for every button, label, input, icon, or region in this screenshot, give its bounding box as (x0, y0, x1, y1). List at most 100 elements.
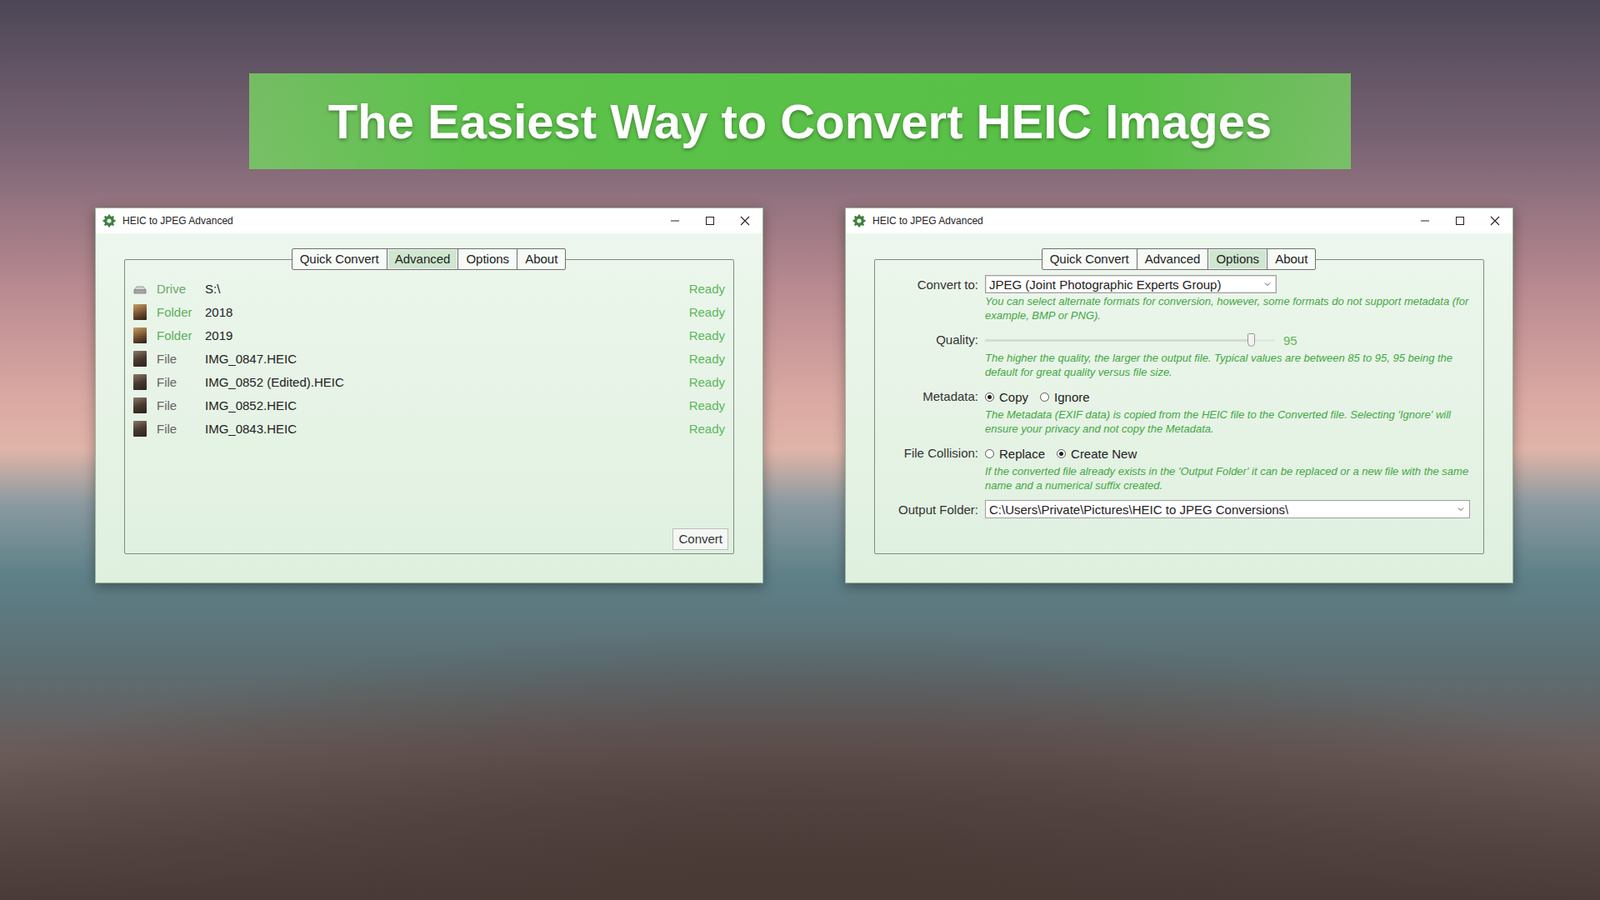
queue-row[interactable]: FileIMG_0843.HEICReady (130, 416, 729, 440)
item-type: File (156, 398, 205, 413)
panel-footer: Convert (130, 528, 729, 550)
dropdown[interactable]: C:\Users\Private\Pictures\HEIC to JPEG C… (985, 500, 1470, 519)
dropdown[interactable]: JPEG (Joint Photographic Experts Group) (985, 275, 1277, 294)
item-status: Ready (689, 351, 729, 366)
radio-button[interactable] (985, 449, 995, 459)
gear-icon (852, 214, 866, 228)
windows-row: HEIC to JPEG AdvancedQuick ConvertAdvanc… (0, 169, 1600, 584)
item-type: File (156, 351, 205, 366)
minimize-icon (670, 215, 680, 226)
item-type: File (156, 375, 205, 390)
radio-label: Create New (1070, 446, 1137, 461)
option-field: File Collision: Replace Create New If the c… (885, 443, 1470, 493)
item-name: IMG_0843.HEIC (205, 421, 690, 436)
quality-slider[interactable] (985, 339, 1275, 342)
item-name: IMG_0847.HEIC (205, 351, 690, 366)
radio-button[interactable] (1040, 392, 1050, 402)
maximize-button[interactable] (1442, 208, 1478, 234)
close-button[interactable] (1477, 208, 1513, 234)
field-body: 95The higher the quality, the larger the… (985, 330, 1470, 380)
thumbnail-icon (133, 420, 147, 437)
field-label: Metadata: (885, 386, 979, 436)
radio-option[interactable]: Copy (985, 390, 1029, 405)
radio-option[interactable]: Create New (1056, 446, 1137, 461)
convert-button[interactable]: Convert (672, 528, 729, 550)
field-note: The Metadata (EXIF data) is copied from … (985, 407, 1470, 436)
dropdown-value: JPEG (Joint Photographic Experts Group) (989, 277, 1221, 292)
tab[interactable]: Options (1207, 248, 1268, 270)
field-label: Output Folder: (885, 500, 979, 520)
field-label: Convert to: (885, 275, 979, 323)
window-body: Quick ConvertAdvancedOptionsAbout Convert… (845, 233, 1513, 583)
radio-button[interactable] (985, 392, 995, 402)
title-bar[interactable]: HEIC to JPEG Advanced (845, 208, 1513, 234)
tab[interactable]: Options (457, 248, 518, 270)
item-name: IMG_0852 (Edited).HEIC (205, 375, 690, 390)
field-body: Copy Ignore The Metadata (EXIF data) is co… (985, 386, 1470, 436)
option-field: Metadata: Copy Ignore The Metadata (EXIF da… (885, 386, 1470, 436)
close-button[interactable] (727, 208, 763, 234)
banner-title: The Easiest Way to Convert HEIC Images (328, 93, 1272, 150)
queue-row[interactable]: Folder2019Ready (130, 323, 729, 347)
window-body: Quick ConvertAdvancedOptionsAbout DriveS:… (95, 233, 763, 583)
tab[interactable]: About (516, 248, 566, 270)
item-status: Ready (689, 398, 729, 413)
option-field: Convert to:JPEG (Joint Photographic Expe… (885, 275, 1470, 323)
radio-button[interactable] (1056, 449, 1066, 459)
slider-fill (985, 339, 1252, 342)
item-status: Ready (689, 281, 729, 296)
item-type: Drive (156, 281, 205, 296)
quality-slider-row: 95 (985, 330, 1470, 350)
minimize-button[interactable] (1407, 208, 1443, 234)
queue-row[interactable]: FileIMG_0852 (Edited).HEICReady (130, 370, 729, 394)
maximize-button[interactable] (692, 208, 728, 234)
title-bar[interactable]: HEIC to JPEG Advanced (95, 208, 763, 234)
field-note: You can select alternate formats for con… (985, 294, 1470, 323)
queue-row[interactable]: Folder2018Ready (130, 300, 729, 324)
option-field: Output Folder: C:\Users\Private\Pictures\… (885, 500, 1470, 520)
dropdown-value: C:\Users\Private\Pictures\HEIC to JPEG C… (989, 502, 1289, 517)
app-window: HEIC to JPEG Advanced Quick ConvertAdvanc… (845, 207, 1514, 584)
queue-list: DriveS:\ReadyFolder2018ReadyFolder2019Re… (130, 276, 729, 529)
field-body: C:\Users\Private\Pictures\HEIC to JPEG C… (985, 500, 1470, 520)
maximize-icon (705, 215, 715, 226)
options-form: Convert to:JPEG (Joint Photographic Expe… (880, 275, 1479, 520)
tab[interactable]: Quick Convert (291, 248, 388, 270)
thumbnail-icon (133, 327, 147, 344)
window-title: HEIC to JPEG Advanced (872, 215, 1408, 227)
slider-thumb[interactable] (1247, 333, 1255, 347)
tab[interactable]: Quick Convert (1041, 248, 1138, 270)
tab-bar: Quick ConvertAdvancedOptionsAbout (874, 248, 1485, 270)
close-icon (740, 215, 750, 226)
field-label: File Collision: (885, 443, 979, 493)
banner: The Easiest Way to Convert HEIC Images (249, 73, 1351, 170)
minimize-button[interactable] (657, 208, 693, 234)
queue-row[interactable]: DriveS:\Ready (130, 276, 729, 300)
item-status: Ready (689, 328, 729, 343)
tab[interactable]: About (1266, 248, 1316, 270)
gear-icon (102, 214, 116, 228)
queue-row[interactable]: FileIMG_0847.HEICReady (130, 346, 729, 370)
radio-option[interactable]: Ignore (1040, 390, 1090, 405)
radio-group: Copy Ignore (985, 386, 1470, 407)
field-body: JPEG (Joint Photographic Experts Group) Y… (985, 275, 1470, 323)
minimize-icon (1420, 215, 1430, 226)
thumbnail-icon (133, 397, 147, 414)
chevron-down-icon (1264, 281, 1271, 287)
thumbnail-icon (133, 350, 147, 367)
window-controls (657, 208, 763, 234)
item-name: S:\ (205, 281, 690, 296)
tab[interactable]: Advanced (386, 248, 460, 270)
thumbnail-icon (133, 304, 147, 320)
tab[interactable]: Advanced (1136, 248, 1210, 270)
field-note: If the converted file already exists in … (985, 464, 1470, 493)
page: The Easiest Way to Convert HEIC Images HE… (0, 0, 1600, 900)
close-icon (1490, 215, 1500, 226)
banner-area: The Easiest Way to Convert HEIC Images (0, 0, 1600, 170)
thumbnail-icon (133, 374, 147, 390)
field-label: Quality: (885, 330, 979, 380)
tab-panel: Convert to:JPEG (Joint Photographic Expe… (874, 259, 1485, 555)
drive-icon (131, 280, 149, 296)
queue-row[interactable]: FileIMG_0852.HEICReady (130, 393, 729, 417)
radio-option[interactable]: Replace (985, 446, 1045, 461)
